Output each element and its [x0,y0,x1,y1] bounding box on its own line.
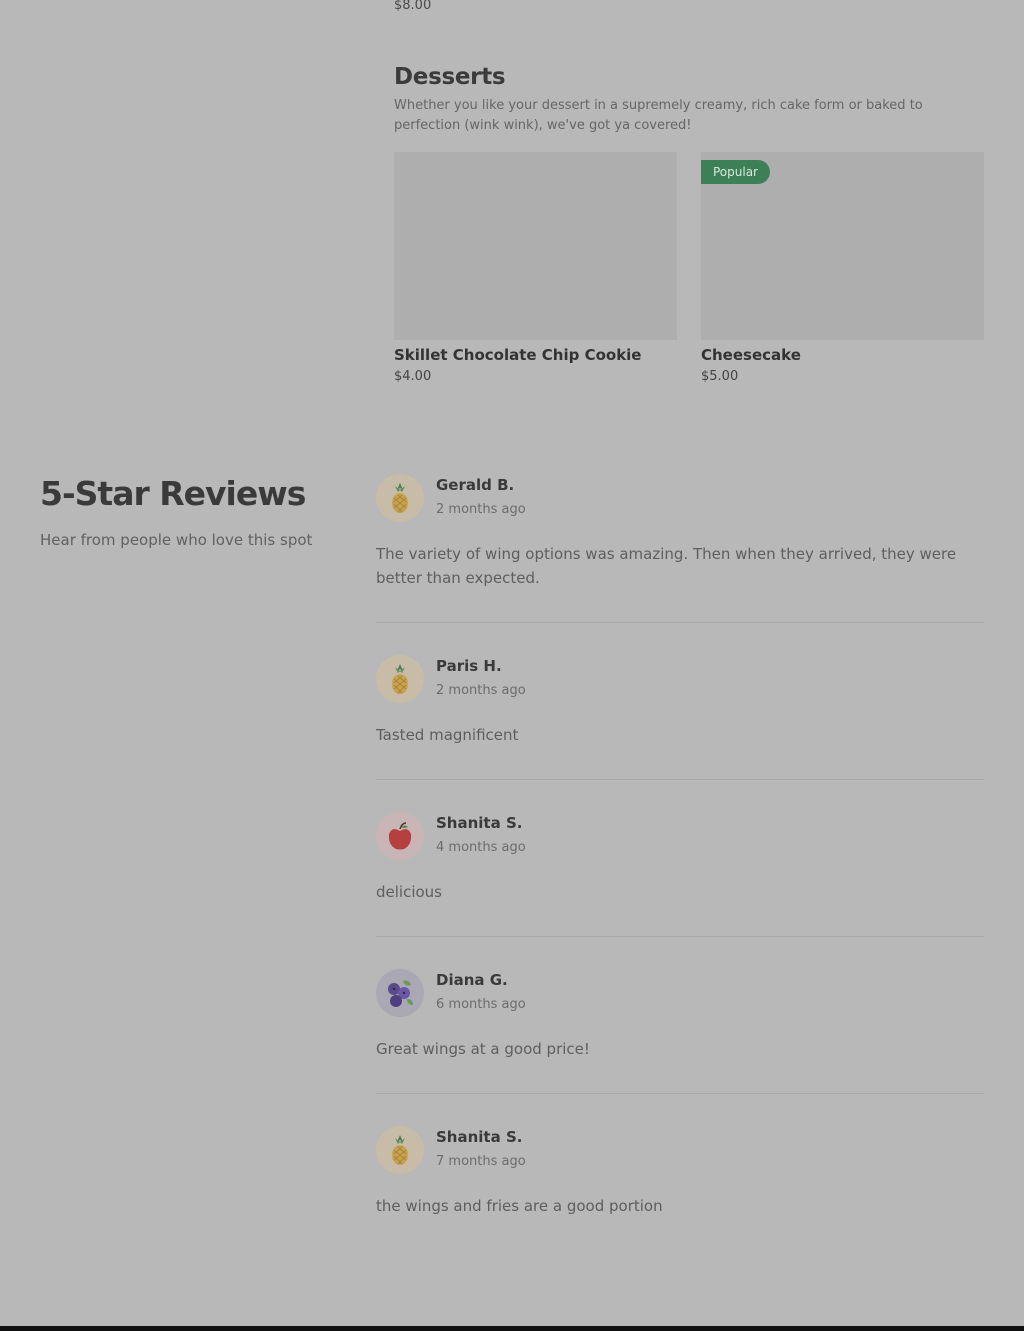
section-title: Desserts [394,64,506,90]
menu-item-name: Skillet Chocolate Chip Cookie [394,346,642,364]
avatar [376,655,424,703]
menu-item-price: $4.00 [394,369,432,384]
reviews-title: 5-Star Reviews [40,474,306,513]
pineapple-icon [392,1135,408,1165]
reviews-header: 5-Star Reviews Hear from people who love… [40,474,340,549]
reviewer-name: Diana G. [436,971,508,989]
menu-item-image[interactable] [394,152,677,340]
avatar [376,969,424,1017]
review-date: 7 months ago [436,1154,526,1169]
reviewer-name: Gerald B. [436,476,515,494]
divider [376,622,984,623]
menu-item-card[interactable]: Skillet Chocolate Chip Cookie $4.00 [394,152,677,384]
menu-item-card[interactable]: Popular Cheesecake $5.00 [701,152,984,384]
pineapple-icon [392,483,408,513]
review-text: Great wings at a good price! [376,1040,590,1058]
reviewer-name: Shanita S. [436,814,523,832]
avatar [376,474,424,522]
menu-item-price: $5.00 [701,369,739,384]
divider [376,779,984,780]
blueberry-icon [388,980,413,1007]
menu-item-name: Cheesecake [701,346,801,364]
pineapple-icon [392,664,408,694]
review-text: Tasted magnificent [376,726,519,744]
avatar [376,1126,424,1174]
footer-edge [0,1326,1024,1331]
review-text: the wings and fries are a good portion [376,1197,663,1215]
review-text: The variety of wing options was amazing.… [376,545,957,587]
divider [376,1093,984,1094]
previous-item-price: $8.00 [394,0,432,13]
review-date: 2 months ago [436,502,526,517]
popular-badge: Popular [701,160,770,184]
reviewer-name: Shanita S. [436,1128,523,1146]
menu-item-image[interactable]: Popular [701,152,984,340]
divider [376,936,984,937]
review-date: 4 months ago [436,840,526,855]
avatar [376,812,424,860]
reviewer-name: Paris H. [436,657,502,675]
apple-icon [388,822,412,850]
store-page: $8.00 Desserts Whether you like your des… [0,0,1024,1331]
review-date: 2 months ago [436,683,526,698]
section-description: Whether you like your dessert in a supre… [394,98,923,133]
review-date: 6 months ago [436,997,526,1012]
reviews-subtitle: Hear from people who love this spot [40,531,313,549]
review-text: delicious [376,883,442,901]
desserts-section: Desserts Whether you like your dessert i… [394,64,984,384]
